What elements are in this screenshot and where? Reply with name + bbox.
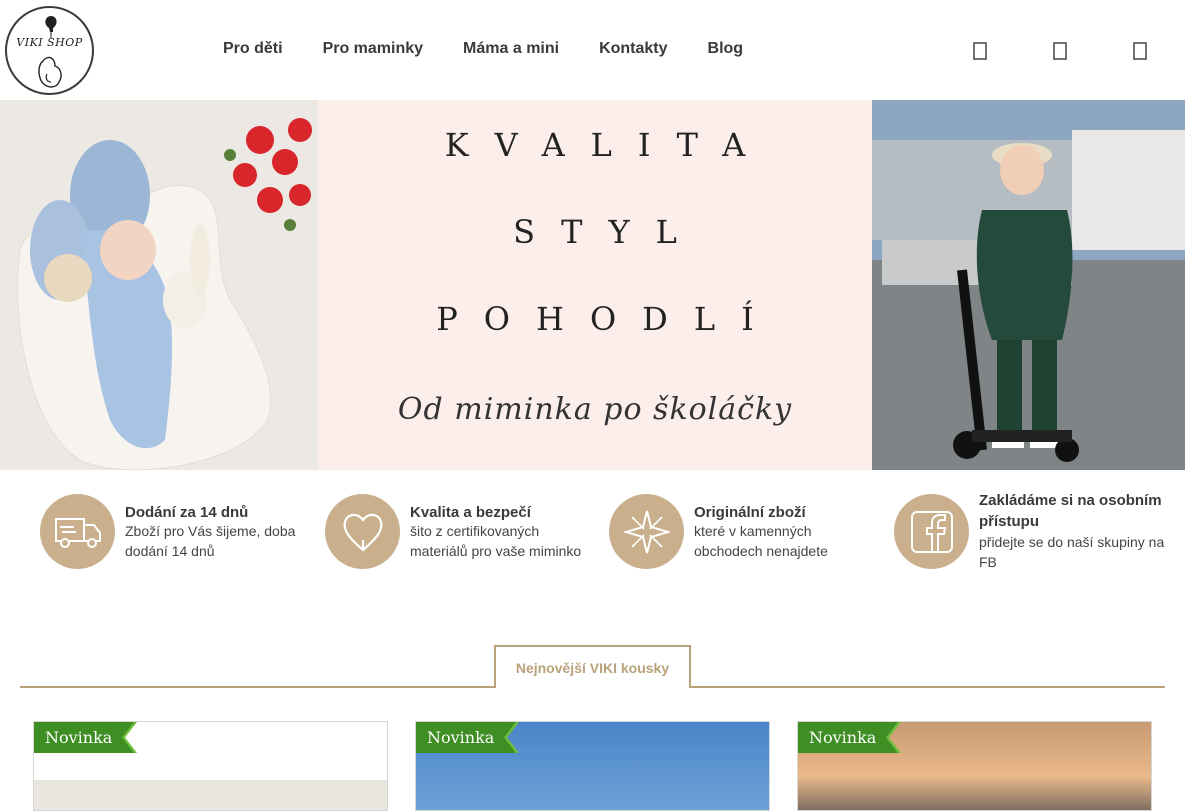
cart-icon[interactable] [1131,42,1151,62]
hero-script-tagline: Od miminka po školáčky [397,392,793,427]
feature-text: Zboží pro Vás šijeme, doba dodání 14 dnů [125,523,296,559]
product-image[interactable] [34,780,387,810]
feature-text: šito z certifikovaných materiálů pro vaš… [410,523,582,559]
features-row: Dodání za 14 dnů Zboží pro Vás šijeme, d… [40,492,1185,574]
search-icon[interactable] [971,42,991,62]
feature-delivery: Dodání za 14 dnů Zboží pro Vás šijeme, d… [40,494,310,574]
new-badge: Novinka [416,722,516,753]
facebook-icon[interactable] [894,494,969,569]
feature-title: Kvalita a bezpečí [410,504,531,521]
feature-title: Zakládáme si na osobním přístupu [979,492,1162,530]
feature-text: které v kamenných obchodech nenajdete [694,523,828,559]
truck-icon [40,494,115,569]
feature-original: Originální zboží které v kamenných obcho… [609,494,879,574]
hero-word-2: STYL [513,213,703,251]
user-icon[interactable] [1051,42,1071,62]
product-card[interactable]: Novinka [33,721,388,811]
hero-slogan-panel: KVALITA STYL POHODLÍ Od miminka po školá… [318,100,872,470]
feature-quality: Kvalita a bezpečí šito z certifikovaných… [325,494,595,574]
hero-photo-boy-scooter [872,100,1185,470]
heart-icon [325,494,400,569]
feature-title: Dodání za 14 dnů [125,504,249,521]
new-badge: Novinka [34,722,134,753]
star-icon [609,494,684,569]
feature-text: přidejte se do naší skupiny na FB [979,534,1165,570]
feature-title: Originální zboží [694,504,806,521]
feature-facebook[interactable]: Zakládáme si na osobním přístupu přidejt… [894,492,1185,574]
hero-word-3: POHODLÍ [436,300,780,338]
hero-banner[interactable]: KVALITA STYL POHODLÍ Od miminka po školá… [0,100,1185,470]
product-card[interactable]: Novinka [415,721,770,811]
site-header: VIKI SHOP Pro děti Pro maminky Máma a mi… [0,0,1185,100]
product-card[interactable]: Novinka [797,721,1152,811]
new-badge: Novinka [798,722,898,753]
hero-word-1: KVALITA [444,126,772,164]
tab-newest-products[interactable]: Nejnovější VIKI kousky [494,645,691,688]
hero-photo-baby [0,100,318,470]
header-icons [0,42,1185,62]
